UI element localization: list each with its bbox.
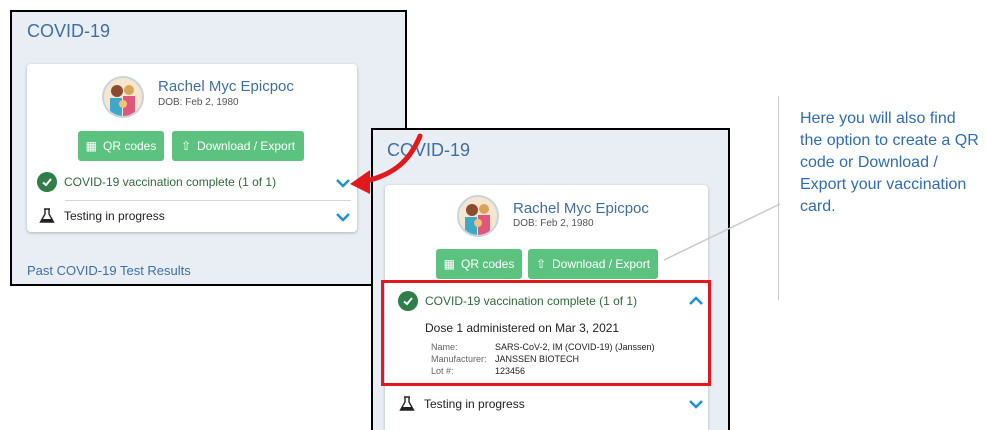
download-export-button[interactable]: ⇧ Download / Export — [172, 131, 304, 161]
flask-icon — [39, 208, 55, 223]
section-title: COVID-19 — [27, 21, 111, 41]
download-export-label: Download / Export — [552, 257, 651, 271]
callout-divider — [778, 96, 779, 300]
patient-name[interactable]: Rachel Myc Epicpoc — [158, 78, 294, 95]
callout-connector — [663, 203, 781, 261]
testing-status-label: Testing in progress — [64, 209, 165, 223]
callout-text: Here you will also find the option to cr… — [800, 110, 979, 215]
qr-codes-button[interactable]: ▦ QR codes — [436, 249, 522, 279]
download-export-button[interactable]: ⇧ Download / Export — [528, 249, 658, 279]
vaccination-highlight-box — [381, 280, 711, 386]
patient-dob: DOB: Feb 2, 1980 — [158, 97, 239, 108]
patient-card: Rachel Myc Epicpoc DOB: Feb 2, 1980 ▦ QR… — [27, 64, 357, 232]
testing-status-label: Testing in progress — [424, 397, 525, 411]
avatar — [102, 76, 144, 118]
chevron-down-icon[interactable] — [335, 212, 351, 222]
flask-icon — [399, 396, 415, 411]
divider — [65, 200, 351, 201]
upload-icon: ⇧ — [535, 257, 546, 271]
red-arrow-icon — [350, 133, 423, 194]
qr-icon: ▦ — [443, 257, 455, 271]
check-circle-icon — [37, 172, 57, 192]
vaccination-status-label: COVID-19 vaccination complete (1 of 1) — [64, 175, 277, 189]
upload-icon: ⇧ — [180, 139, 191, 153]
qr-codes-label: QR codes — [460, 257, 515, 271]
avatar — [457, 195, 499, 237]
patient-dob: DOB: Feb 2, 1980 — [513, 218, 594, 229]
qr-icon: ▦ — [85, 139, 97, 153]
vaccination-status-row[interactable]: COVID-19 vaccination complete (1 of 1) — [37, 172, 276, 192]
patient-name[interactable]: Rachel Myc Epicpoc — [513, 200, 649, 217]
chevron-down-icon[interactable] — [688, 399, 704, 409]
past-test-results-link[interactable]: Past COVID-19 Test Results — [27, 263, 191, 278]
qr-codes-button[interactable]: ▦ QR codes — [78, 131, 164, 161]
testing-status-row[interactable]: Testing in progress — [399, 396, 525, 412]
qr-codes-label: QR codes — [102, 139, 157, 153]
download-export-label: Download / Export — [197, 139, 296, 153]
testing-status-row[interactable]: Testing in progress — [39, 208, 165, 224]
